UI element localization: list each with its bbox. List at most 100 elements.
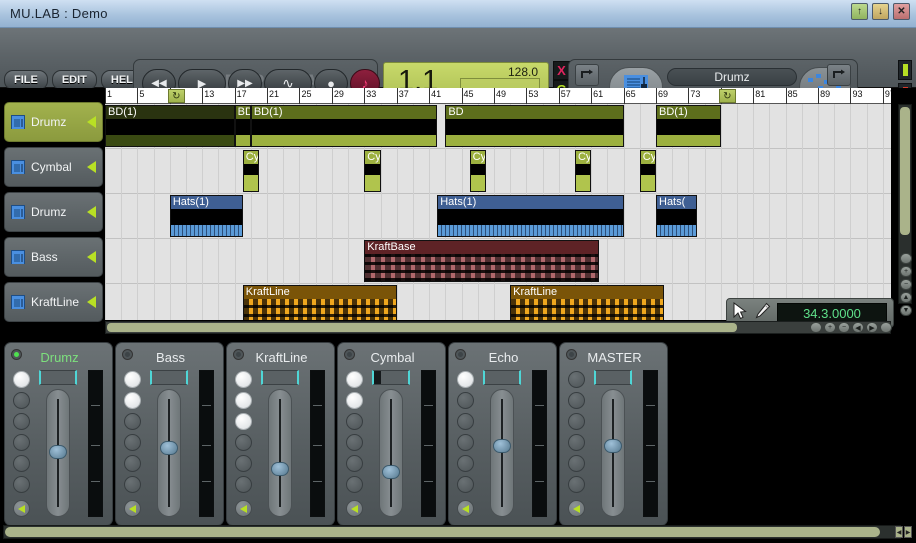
mute-button[interactable]: [346, 500, 363, 517]
track-header-drumz-2[interactable]: Drumz: [4, 192, 103, 232]
speaker-icon[interactable]: [87, 161, 96, 173]
speaker-icon[interactable]: [87, 296, 96, 308]
channel-led-5[interactable]: [13, 476, 30, 493]
horizontal-scrollbar[interactable]: [105, 321, 891, 334]
clip-cy-6[interactable]: Cy: [364, 150, 381, 192]
volume-fader[interactable]: [482, 389, 522, 517]
arrangement-grid[interactable]: 1 5 13 17 21 25 29 33 37 41 45 49 53 57 61 65 69 73 81 85 89…: [105, 88, 891, 320]
volume-fader[interactable]: [260, 389, 300, 517]
mute-button[interactable]: [457, 500, 474, 517]
channel-led-4[interactable]: [13, 455, 30, 472]
channel-led-3[interactable]: [124, 434, 141, 451]
channel-led-0[interactable]: [568, 371, 585, 388]
clip-lanes[interactable]: BD(1)BDBD(1)BDBD(1)CyCyCyCyCyHats(1)Hats…: [105, 104, 891, 320]
bottom-scroll-right[interactable]: ▶: [904, 526, 912, 538]
loop-start-button[interactable]: ↻: [167, 89, 185, 103]
bottom-scroll-left[interactable]: ◀: [895, 526, 903, 538]
clip-hats-12[interactable]: Hats(: [656, 195, 697, 237]
h-knob-icon[interactable]: [810, 322, 822, 333]
volume-fader[interactable]: [149, 389, 189, 517]
channel-led-4[interactable]: [457, 455, 474, 472]
clip-kraftline-14[interactable]: KraftLine: [242, 285, 397, 320]
clip-cy-7[interactable]: Cy: [469, 150, 486, 192]
channel-led-3[interactable]: [568, 434, 585, 451]
restore-button[interactable]: ↓: [872, 3, 889, 20]
bottom-scroll-thumb[interactable]: [5, 527, 880, 537]
pan-control[interactable]: [150, 370, 188, 385]
clip-cy-8[interactable]: Cy: [574, 150, 592, 192]
zoom-out-button[interactable]: −: [900, 279, 912, 290]
channel-led-1[interactable]: [235, 392, 252, 409]
fader-knob[interactable]: [604, 439, 622, 453]
mute-button[interactable]: [13, 500, 30, 517]
volume-fader[interactable]: [38, 389, 78, 517]
channel-led-5[interactable]: [124, 476, 141, 493]
channel-led-2[interactable]: [568, 413, 585, 430]
fader-knob[interactable]: [160, 441, 178, 455]
channel-led-0[interactable]: [235, 371, 252, 388]
fader-knob[interactable]: [271, 462, 289, 476]
channel-led-0[interactable]: [457, 371, 474, 388]
clip-hats1-11[interactable]: Hats(1): [437, 195, 624, 237]
fader-knob[interactable]: [49, 445, 67, 459]
fader-knob[interactable]: [382, 465, 400, 479]
mixer-channel-drumz[interactable]: Drumz: [4, 342, 113, 526]
vertical-scroll-thumb[interactable]: [900, 107, 910, 235]
track-header-kraftline-4[interactable]: KraftLine: [4, 282, 103, 322]
h-zoom-in-button[interactable]: +: [824, 322, 836, 333]
mixer-channel-echo[interactable]: Echo: [448, 342, 557, 526]
channel-led-5[interactable]: [568, 476, 585, 493]
h-scroll-left-button[interactable]: ◀: [852, 322, 864, 333]
timeline-ruler[interactable]: 1 5 13 17 21 25 29 33 37 41 45 49 53 57 61 65 69 73 81 85 89…: [105, 88, 891, 104]
channel-led-2[interactable]: [13, 413, 30, 430]
bottom-scrollbar[interactable]: [3, 525, 901, 539]
pan-control[interactable]: [372, 370, 410, 385]
channel-led-3[interactable]: [457, 434, 474, 451]
channel-led-0[interactable]: [13, 371, 30, 388]
minimize-button[interactable]: ↑: [851, 3, 868, 20]
fader-knob[interactable]: [493, 439, 511, 453]
clip-bd1-4[interactable]: BD(1): [656, 105, 721, 147]
h-end-knob-icon[interactable]: [880, 322, 892, 333]
instrument-name-field[interactable]: Drumz: [667, 68, 797, 86]
track-header-bass-3[interactable]: Bass: [4, 237, 103, 277]
scroll-knob-icon[interactable]: [900, 253, 912, 264]
zoom-in-button[interactable]: +: [900, 266, 912, 277]
mute-button[interactable]: [235, 500, 252, 517]
h-zoom-out-button[interactable]: −: [838, 322, 850, 333]
clip-cy-9[interactable]: Cy: [639, 150, 656, 192]
mixer-channel-cymbal[interactable]: Cymbal: [337, 342, 446, 526]
speaker-icon[interactable]: [87, 251, 96, 263]
channel-led-2[interactable]: [124, 413, 141, 430]
channel-led-3[interactable]: [346, 434, 363, 451]
channel-led-1[interactable]: [568, 392, 585, 409]
channel-led-2[interactable]: [235, 413, 252, 430]
channel-led-3[interactable]: [13, 434, 30, 451]
close-button[interactable]: ✕: [893, 3, 910, 20]
pan-control[interactable]: [39, 370, 77, 385]
channel-led-2[interactable]: [346, 413, 363, 430]
channel-led-4[interactable]: [568, 455, 585, 472]
clip-bd1-2[interactable]: BD(1): [250, 105, 438, 147]
channel-led-1[interactable]: [457, 392, 474, 409]
clip-kraftbase-13[interactable]: KraftBase: [364, 240, 600, 282]
clip-bd-3[interactable]: BD: [445, 105, 624, 147]
channel-led-3[interactable]: [235, 434, 252, 451]
channel-led-5[interactable]: [346, 476, 363, 493]
channel-led-4[interactable]: [235, 455, 252, 472]
channel-led-4[interactable]: [124, 455, 141, 472]
channel-led-2[interactable]: [457, 413, 474, 430]
channel-led-1[interactable]: [13, 392, 30, 409]
mixer-channel-master[interactable]: MASTER: [559, 342, 668, 526]
clip-cy-5[interactable]: Cy: [242, 150, 259, 192]
horizontal-scroll-thumb[interactable]: [107, 323, 737, 332]
track-lane-1[interactable]: [105, 149, 891, 194]
clip-hats1-10[interactable]: Hats(1): [169, 195, 243, 237]
mixer-channel-bass[interactable]: Bass: [115, 342, 224, 526]
mixer-channel-kraftline[interactable]: KraftLine: [226, 342, 335, 526]
channel-led-4[interactable]: [346, 455, 363, 472]
channel-led-0[interactable]: [346, 371, 363, 388]
track-header-drumz-0[interactable]: Drumz: [4, 102, 103, 142]
menu-edit[interactable]: EDIT: [51, 70, 97, 90]
channel-led-0[interactable]: [124, 371, 141, 388]
